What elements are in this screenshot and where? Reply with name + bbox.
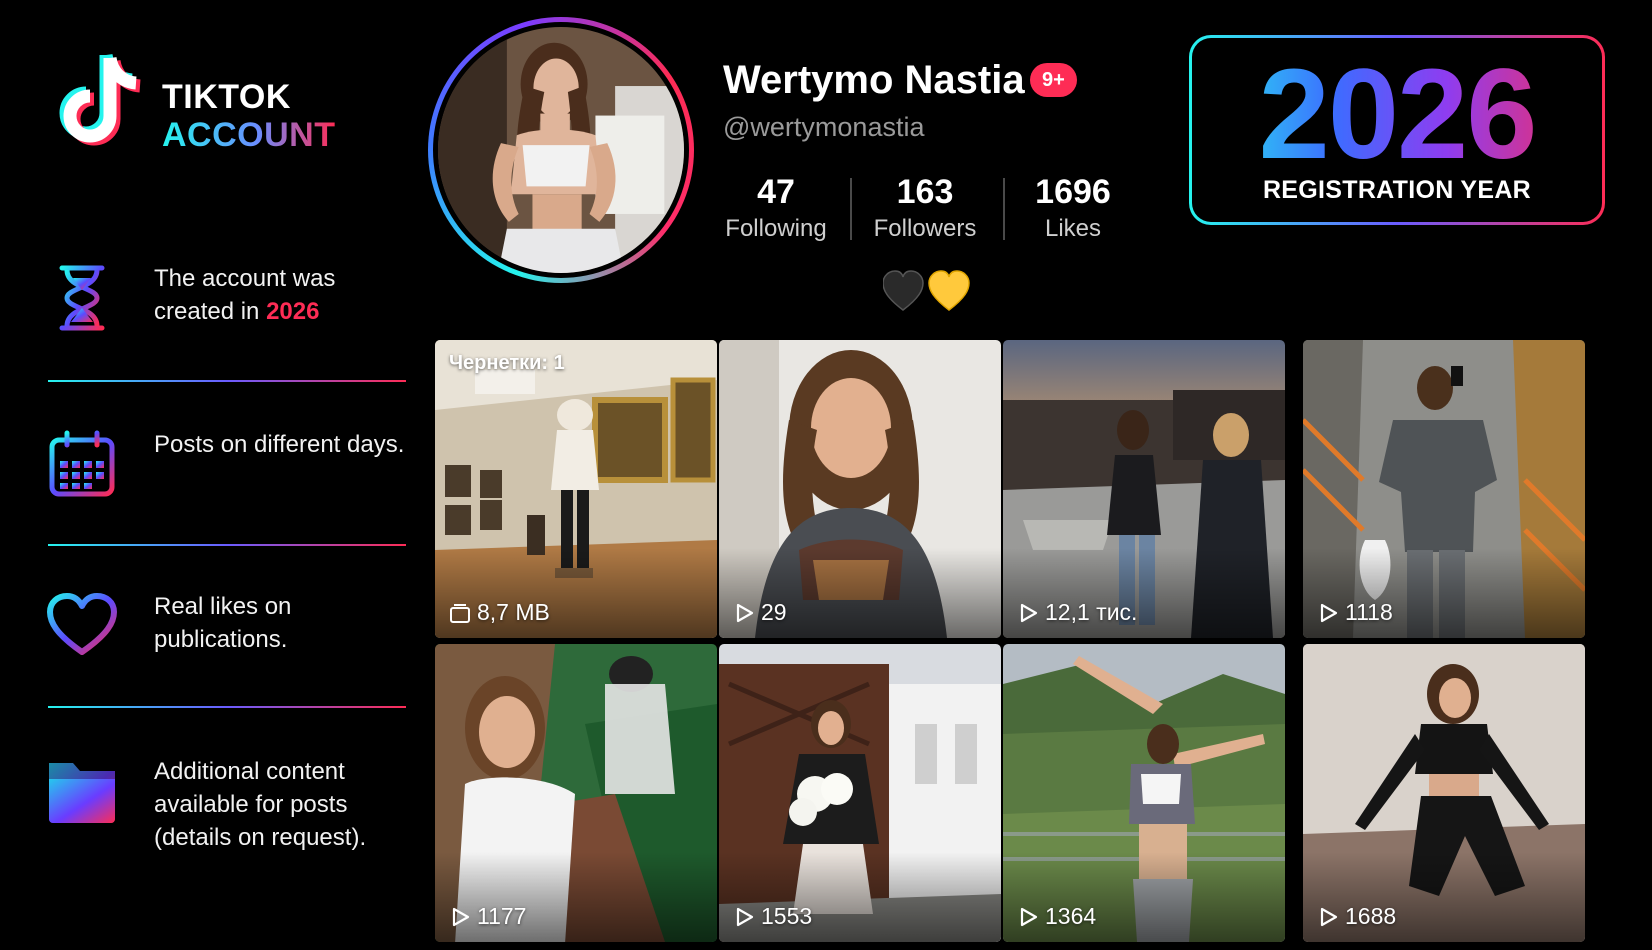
video-tile[interactable]: 1177 xyxy=(435,644,717,942)
play-icon xyxy=(1020,907,1038,926)
video-stat: 1688 xyxy=(1317,903,1396,930)
registration-year-card: 2026 REGISTRATION YEAR xyxy=(1189,35,1605,225)
profile-name: Wertymo Nastia xyxy=(723,58,1025,102)
heart-outline-icon xyxy=(47,593,117,655)
stat-label: Likes xyxy=(1044,215,1102,242)
registration-year-label: REGISTRATION YEAR xyxy=(1262,176,1532,204)
feature-text: Real likes on publications. xyxy=(154,593,292,653)
calendar-icon xyxy=(49,430,115,497)
play-icon xyxy=(452,907,470,926)
drafts-label: Чернетки: 1 xyxy=(449,352,565,374)
brand-header: TIKTOK ACCOUNT xyxy=(52,50,382,160)
video-tile[interactable]: Чернетки: 1 8,7 MB xyxy=(435,340,717,638)
notification-badge[interactable]: 9+ xyxy=(1030,63,1077,97)
feature-text: Posts on different days. xyxy=(154,431,405,458)
feature-text: The account was created in 2026 xyxy=(154,265,336,325)
play-icon xyxy=(1320,907,1338,926)
video-tile[interactable]: 1688 xyxy=(1303,644,1585,942)
hourglass-icon xyxy=(59,265,105,331)
video-stat: 29 xyxy=(733,599,787,626)
brand-title-line1: TIKTOK xyxy=(162,78,291,116)
folder-icon xyxy=(49,763,115,823)
stat-likes[interactable]: 1696 Likes xyxy=(1003,172,1143,246)
play-icon xyxy=(736,907,754,926)
bio-emoji xyxy=(883,270,970,311)
profile-handle: @wertymonastia xyxy=(723,112,925,142)
video-stat: 1364 xyxy=(1017,903,1096,930)
black-heart-icon xyxy=(883,270,924,311)
stat-following[interactable]: 47 Following xyxy=(706,172,846,246)
stat-value: 1696 xyxy=(1035,173,1111,211)
avatar-photo xyxy=(438,27,684,273)
drafts-stack-icon xyxy=(450,603,470,623)
divider xyxy=(48,380,406,382)
registration-year: 2026 xyxy=(1192,50,1602,180)
brand-title-line2: ACCOUNT xyxy=(162,116,336,154)
video-tile[interactable]: 29 xyxy=(719,340,1001,638)
play-icon xyxy=(1320,603,1338,622)
video-stat: 1177 xyxy=(449,903,526,930)
video-stat: 1553 xyxy=(733,903,812,930)
stat-value: 47 xyxy=(757,173,795,211)
avatar-ring xyxy=(428,17,694,283)
stat-label: Following xyxy=(725,215,827,242)
stat-label: Followers xyxy=(873,215,977,242)
highlight-year: 2026 xyxy=(266,298,320,325)
video-tile[interactable]: 1364 xyxy=(1003,644,1285,942)
stat-followers[interactable]: 163 Followers xyxy=(855,172,995,246)
divider xyxy=(48,544,406,546)
tiktok-note-icon xyxy=(59,53,141,146)
play-icon xyxy=(736,603,754,622)
stat-value: 163 xyxy=(896,173,954,211)
video-grid: Чернетки: 1 8,7 MB 29 12,1 тис. 1118 117… xyxy=(435,340,1601,942)
video-stat: 1118 xyxy=(1317,599,1393,626)
stat-divider xyxy=(850,178,852,240)
video-tile[interactable]: 1118 xyxy=(1303,340,1585,638)
video-tile[interactable]: 1553 xyxy=(719,644,1001,942)
feature-text: Additional content available for posts (… xyxy=(154,758,367,851)
video-stat: 8,7 MB xyxy=(449,599,550,626)
play-icon xyxy=(1020,603,1038,622)
avatar[interactable] xyxy=(433,22,689,278)
video-stat: 12,1 тис. xyxy=(1017,599,1137,626)
divider xyxy=(48,706,406,708)
yellow-heart-icon xyxy=(928,270,970,311)
video-tile[interactable]: 12,1 тис. xyxy=(1003,340,1285,638)
